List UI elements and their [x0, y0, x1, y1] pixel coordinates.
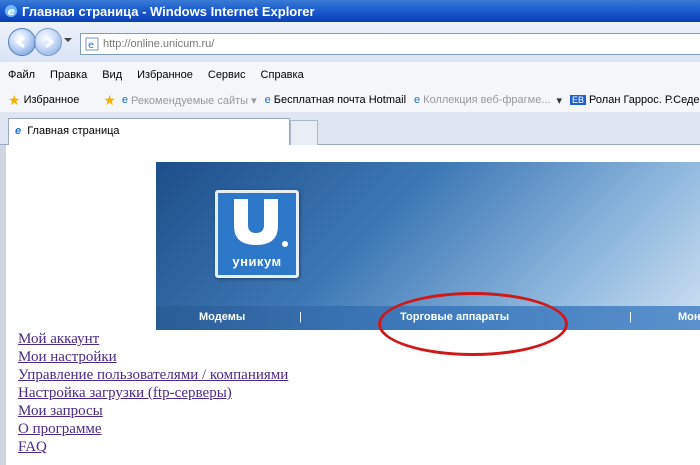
nav-monitoring[interactable]: Мон: [678, 311, 700, 323]
annotation-circle: [378, 292, 568, 356]
favorites-label: Избранное: [23, 94, 80, 106]
address-toolbar: e http://online.unicum.ru/: [0, 22, 700, 63]
menu-favorites[interactable]: Избранное: [129, 69, 200, 81]
window-title: Главная страница - Windows Internet Expl…: [22, 3, 315, 19]
forward-arrow-icon: [45, 35, 55, 49]
new-tab-button[interactable]: [290, 120, 318, 145]
tab-title: Главная страница: [27, 125, 120, 137]
ie-icon: e: [5, 5, 17, 18]
news-icon: EB: [570, 95, 587, 105]
link-about[interactable]: О программе: [18, 420, 288, 438]
favorites-bar: ★ Избранное ★ e Рекомендуемые сайты ▾ e …: [0, 88, 700, 113]
menu-file[interactable]: Файл: [0, 69, 42, 81]
link-my-settings[interactable]: Мои настройки: [18, 348, 288, 366]
fav-suggested-sites[interactable]: e Рекомендуемые сайты ▾: [122, 94, 257, 107]
chevron-down-icon: ▾: [556, 94, 563, 107]
nav-separator: |: [299, 311, 302, 323]
fav-hotmail[interactable]: e Бесплатная почта Hotmail: [265, 94, 406, 106]
logo-dot: [282, 241, 288, 247]
fav-roland-garros[interactable]: EB Ролан Гаррос. Р.Седер: [570, 94, 700, 106]
unicum-logo[interactable]: уникум: [215, 190, 299, 278]
svg-text:e: e: [88, 40, 94, 51]
ie-page-icon: e: [264, 94, 271, 106]
tab-bar: e Главная страница: [0, 112, 700, 145]
favorites-button[interactable]: ★ Избранное: [8, 92, 79, 109]
link-my-requests[interactable]: Мои запросы: [18, 402, 288, 420]
link-upload-settings[interactable]: Настройка загрузки (ftp-серверы): [18, 384, 288, 402]
link-faq[interactable]: FAQ: [18, 438, 288, 456]
fav-web-slices[interactable]: e Коллекция веб-фрагме... ▾: [414, 94, 562, 107]
menu-view[interactable]: Вид: [94, 69, 129, 81]
fav-item-label: Коллекция веб-фрагме...: [423, 94, 551, 106]
ie-page-icon: e: [414, 94, 421, 106]
window-titlebar: e Главная страница - Windows Internet Ex…: [0, 0, 700, 22]
page-icon: e: [85, 37, 99, 51]
fav-item-label: Бесплатная почта Hotmail: [273, 94, 407, 106]
fav-item-label: Рекомендуемые сайты ▾: [131, 94, 257, 107]
svg-text:e: e: [8, 5, 16, 18]
menu-edit[interactable]: Правка: [42, 69, 94, 81]
forward-button[interactable]: [34, 28, 62, 56]
account-links: Мой аккаунт Мои настройки Управление пол…: [18, 330, 288, 456]
logo-text: уникум: [232, 254, 282, 269]
ie-tab-icon: e: [15, 125, 22, 137]
history-dropdown-icon[interactable]: [64, 38, 72, 42]
frame-border: [0, 145, 6, 465]
menu-tools[interactable]: Сервис: [200, 69, 253, 81]
address-input[interactable]: e http://online.unicum.ru/: [80, 33, 700, 55]
logo-u-icon: [234, 199, 278, 245]
ie-page-icon: e: [121, 94, 128, 106]
add-favorite-icon[interactable]: ★: [103, 92, 116, 109]
back-arrow-icon: [15, 35, 25, 49]
menu-bar: Файл Правка Вид Избранное Сервис Справка: [0, 62, 700, 89]
back-button[interactable]: [8, 28, 36, 56]
fav-item-label: Ролан Гаррос. Р.Седер: [589, 94, 700, 106]
tab-main-page[interactable]: e Главная страница: [8, 118, 290, 145]
star-icon: ★: [8, 91, 21, 108]
link-user-management[interactable]: Управление пользователями / компаниями: [18, 366, 288, 384]
address-url: http://online.unicum.ru/: [103, 38, 215, 50]
nav-modems[interactable]: Модемы: [199, 311, 245, 323]
link-my-account[interactable]: Мой аккаунт: [18, 330, 288, 348]
nav-separator: |: [629, 311, 632, 323]
menu-help[interactable]: Справка: [253, 69, 311, 81]
